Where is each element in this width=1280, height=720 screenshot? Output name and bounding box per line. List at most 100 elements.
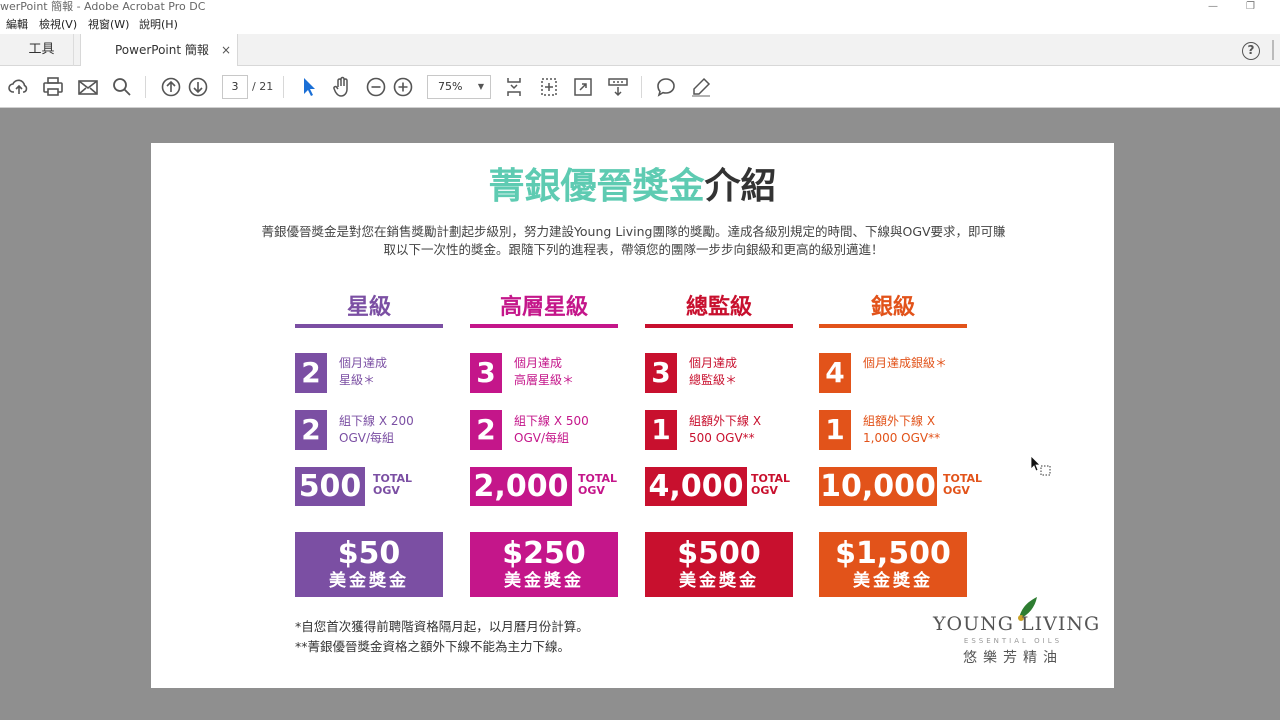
hand-icon[interactable] <box>330 75 354 99</box>
document-page: 菁銀優晉獎金介紹 菁銀優晉獎金是對您在銷售獎勵計劃起步級別，努力建設Young … <box>151 143 1114 688</box>
zoom-in-icon[interactable] <box>391 75 415 99</box>
scroll-mode-icon[interactable] <box>537 75 561 99</box>
bonus-box: $500 美金獎金 <box>645 532 793 597</box>
menu-view[interactable]: 檢視(V) <box>39 17 77 33</box>
rank-column: 高層星級 3 個月達成 高層星級＊ 2 組下線 X 500 OGV/每組 2,000 TOT… <box>470 293 618 603</box>
search-icon[interactable] <box>110 75 134 99</box>
legs-number: 1 <box>819 410 851 450</box>
months-text: 個月達成銀級＊ <box>863 356 948 370</box>
slide-footnotes: *自您首次獲得前聘階資格隔月起，以月曆月份計算。 **菁銀優晉獎金資格之額外下線… <box>295 619 589 654</box>
tab-bar: 首頁 工具 PowerPoint 簡報 × ? <box>0 34 1280 66</box>
bonus-box: $50 美金獎金 <box>295 532 443 597</box>
logo-name: YOUNG LIVING <box>933 613 1101 635</box>
page-down-icon[interactable] <box>186 75 210 99</box>
bonus-amount: $50 <box>337 536 401 571</box>
legs-text: 組額外下線 X 1,000 OGV** <box>863 414 941 445</box>
slide-title-rest: 介紹 <box>704 166 777 207</box>
close-tab-icon[interactable]: × <box>221 34 231 66</box>
tab-document[interactable]: PowerPoint 簡報 × <box>80 34 238 66</box>
rank-underline <box>819 324 967 328</box>
rank-heading: 銀級 <box>870 295 915 320</box>
rank-underline <box>470 324 618 328</box>
months-number: 3 <box>470 353 502 393</box>
select-arrow-icon[interactable] <box>296 75 320 99</box>
page-number-input[interactable]: 3 <box>222 75 248 99</box>
minimize-button[interactable]: — <box>1208 0 1218 14</box>
bonus-unit: 美金獎金 <box>329 571 409 591</box>
bonus-unit: 美金獎金 <box>853 571 933 591</box>
slide-title-highlight: 菁銀優晉獎金 <box>488 166 705 207</box>
print-icon[interactable] <box>41 75 65 99</box>
months-number: 3 <box>645 353 677 393</box>
menu-edit[interactable]: 編輯 <box>6 17 28 33</box>
months-text: 個月達成 星級＊ <box>339 356 388 387</box>
rank-column: 星級 2 個月達成 星級＊ 2 組下線 X 200 OGV/每組 500 TOTAL OGV… <box>295 293 443 603</box>
tab-tools[interactable]: 工具 <box>10 34 74 66</box>
legs-number: 2 <box>295 410 327 450</box>
mouse-cursor-icon <box>1030 455 1051 476</box>
title-bar: werPoint 簡報 - Adobe Acrobat Pro DC — ❐ <box>0 0 1280 16</box>
total-ogv-label: TOTAL OGV <box>373 472 413 497</box>
tab-document-label: PowerPoint 簡報 <box>115 43 209 57</box>
pen-icon[interactable] <box>689 75 713 99</box>
total-ogv-value: 4,000 <box>645 467 747 506</box>
months-text: 個月達成 高層星級＊ <box>514 356 575 387</box>
bonus-amount: $1,500 <box>835 536 951 571</box>
zoom-out-icon[interactable] <box>364 75 388 99</box>
legs-text: 組下線 X 500 OGV/每組 <box>514 414 589 445</box>
toolbar: 3 / 21 75% ▼ <box>0 66 1280 108</box>
legs-number: 2 <box>470 410 502 450</box>
bonus-box: $250 美金獎金 <box>470 532 618 597</box>
logo-subtitle: ESSENTIAL OILS <box>963 637 1063 645</box>
rank-heading: 星級 <box>346 295 391 320</box>
rank-underline <box>645 324 793 328</box>
total-ogv-value: 500 <box>295 467 365 506</box>
bonus-amount: $500 <box>677 536 761 571</box>
bonus-amount: $250 <box>502 536 586 571</box>
restore-button[interactable]: ❐ <box>1246 0 1255 14</box>
slide-intro: 菁銀優晉獎金是對您在銷售獎勵計劃起步級別，努力建設Young Living團隊的… <box>261 224 1006 257</box>
mail-icon[interactable] <box>76 75 100 99</box>
legs-text: 組額外下線 X 500 OGV** <box>689 414 762 445</box>
rank-column: 銀級 4 個月達成銀級＊ 1 組額外下線 X 1,000 OGV** 10,000 TOTA… <box>819 293 982 603</box>
read-mode-icon[interactable] <box>606 75 630 99</box>
page-total: / 21 <box>252 80 274 93</box>
months-number: 2 <box>295 353 327 393</box>
total-ogv-value: 10,000 <box>819 467 937 506</box>
menu-window[interactable]: 視窗(W) <box>88 17 129 33</box>
fullscreen-icon[interactable] <box>571 75 595 99</box>
bonus-box: $1,500 美金獎金 <box>819 532 967 597</box>
window-title: werPoint 簡報 - Adobe Acrobat Pro DC <box>0 0 206 13</box>
zoom-value: 75% <box>438 80 463 93</box>
logo-chinese-name: 悠樂芳精油 <box>963 650 1063 666</box>
slide-title: 菁銀優晉獎金介紹 <box>151 157 1114 209</box>
help-icon[interactable]: ? <box>1242 42 1260 60</box>
fit-page-icon[interactable] <box>502 75 526 99</box>
page-up-icon[interactable] <box>159 75 183 99</box>
rank-underline <box>295 324 443 328</box>
toolbar-divider <box>641 76 642 98</box>
toolbar-divider <box>283 76 284 98</box>
total-ogv-label: TOTAL OGV <box>751 472 791 497</box>
zoom-select[interactable]: 75% ▼ <box>427 75 491 99</box>
rank-heading: 高層星級 <box>499 295 588 320</box>
months-text: 個月達成 總監級＊ <box>689 356 738 387</box>
toolbar-divider <box>145 76 146 98</box>
upload-icon[interactable] <box>7 75 31 99</box>
tab-divider <box>1272 40 1274 60</box>
bonus-unit: 美金獎金 <box>679 571 759 591</box>
total-ogv-value: 2,000 <box>470 467 572 506</box>
total-ogv-label: TOTAL OGV <box>578 472 618 497</box>
total-ogv-label: TOTAL OGV <box>943 472 983 497</box>
tab-home[interactable]: 首頁 <box>0 34 10 66</box>
menu-help[interactable]: 說明(H) <box>139 17 178 33</box>
rank-heading: 總監級 <box>685 295 752 320</box>
rank-column: 總監級 3 個月達成 總監級＊ 1 組額外下線 X 500 OGV** 4,000 TOTA… <box>645 293 793 603</box>
comment-icon[interactable] <box>654 75 678 99</box>
young-living-logo: YOUNG LIVING ESSENTIAL OILS 悠樂芳精油 <box>933 595 1101 675</box>
chevron-down-icon: ▼ <box>477 82 484 91</box>
bonus-unit: 美金獎金 <box>504 571 584 591</box>
legs-text: 組下線 X 200 OGV/每組 <box>339 414 414 445</box>
months-number: 4 <box>819 353 851 393</box>
menu-bar: 編輯 檢視(V) 視窗(W) 說明(H) <box>0 16 1280 34</box>
